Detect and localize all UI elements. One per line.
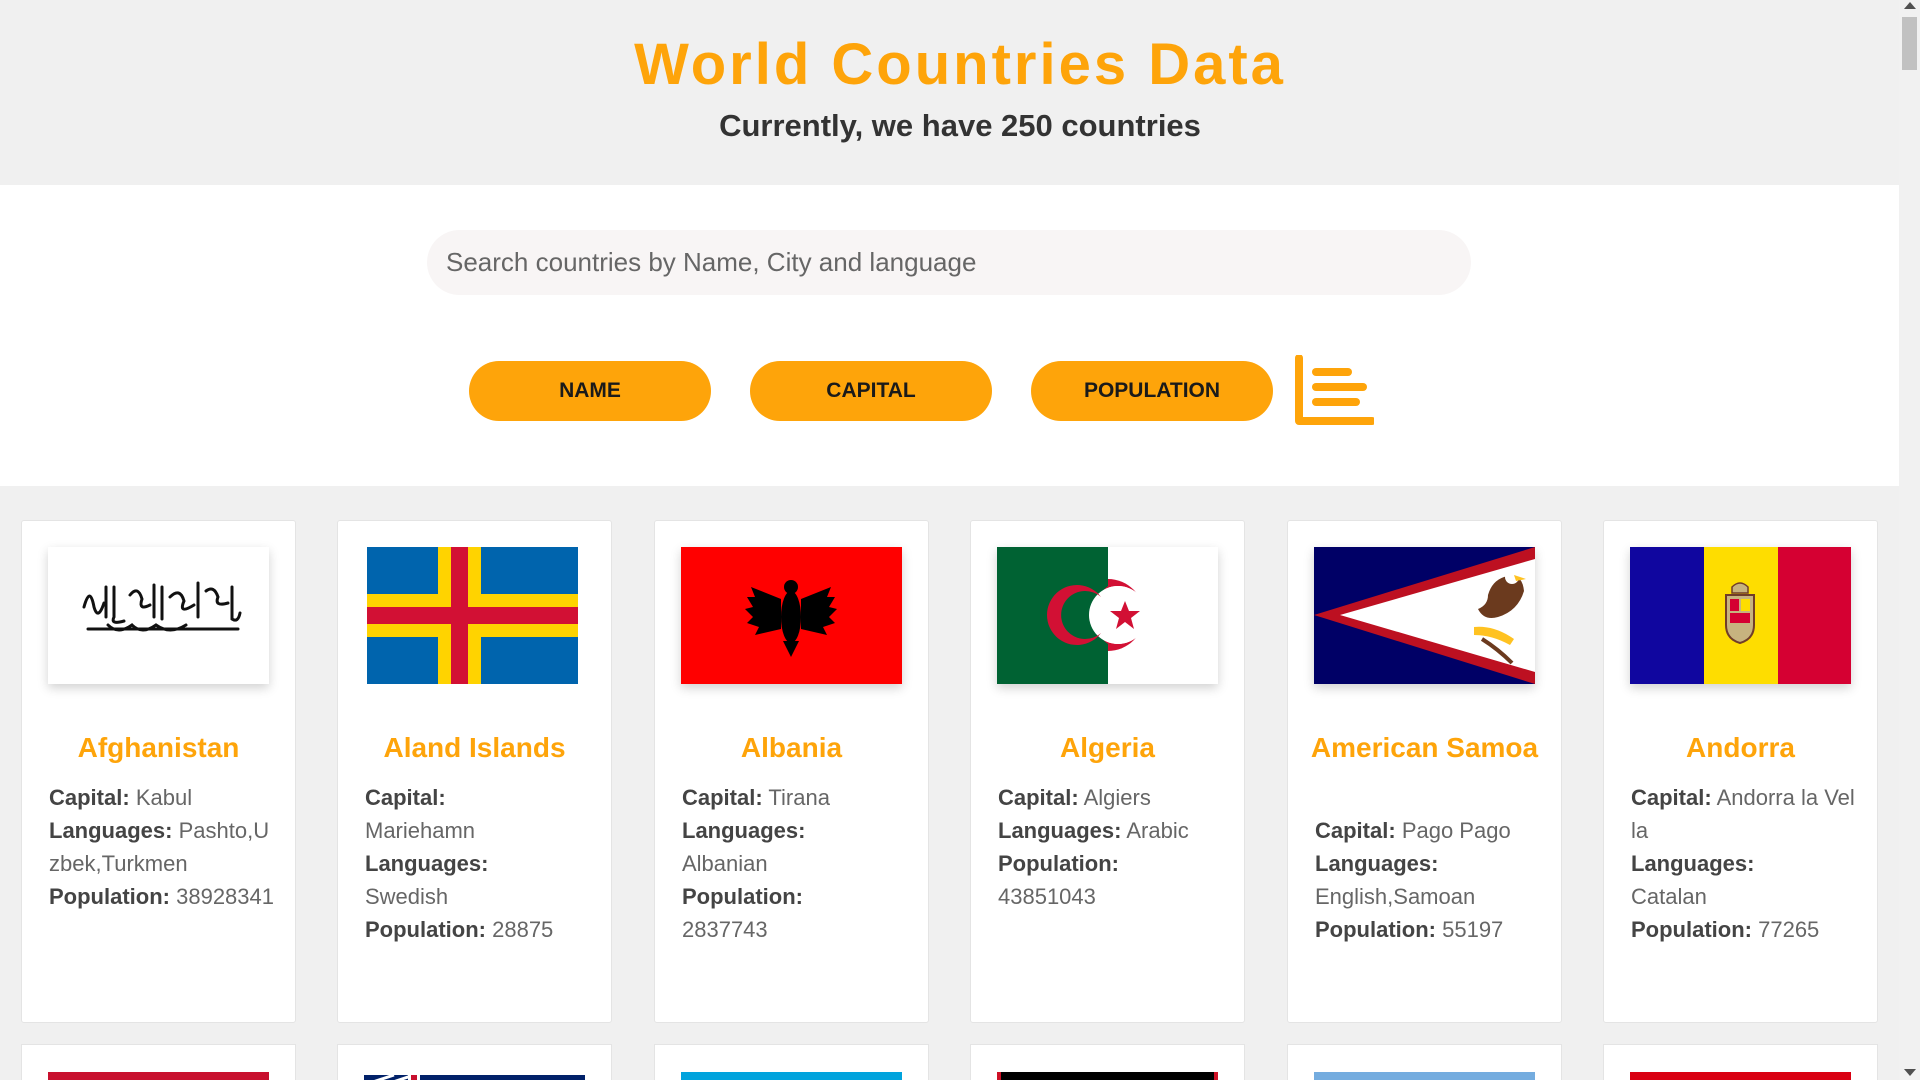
languages-label: Languages: — [998, 818, 1122, 843]
capital-label: Capital: — [1315, 818, 1396, 843]
country-card[interactable] — [1287, 1044, 1562, 1080]
country-details: Capital: Andorra la Vella Languages: Cat… — [1631, 781, 1857, 946]
aland-flag-icon — [364, 547, 585, 684]
scroll-down-icon[interactable] — [1904, 1069, 1916, 1076]
languages-label: Languages: — [365, 851, 489, 876]
country-card[interactable]: Andorra Capital: Andorra la Vella Langua… — [1603, 520, 1878, 1023]
flag-icon — [997, 1072, 1218, 1080]
population-label: Population: — [1631, 917, 1752, 942]
page-header: World Countries Data Currently, we have … — [0, 0, 1920, 185]
sort-by-population-button[interactable]: POPULATION — [1031, 361, 1273, 421]
country-count-subtitle: Currently, we have 250 countries — [719, 108, 1201, 143]
country-details: Capital: Kabul Languages: Pashto,Uzbek,T… — [49, 781, 275, 913]
capital-value: Kabul — [135, 785, 193, 810]
algeria-flag-icon — [997, 547, 1218, 684]
country-details: Capital: Pago Pago Languages: English,Sa… — [1315, 814, 1541, 946]
population-value: 55197 — [1442, 917, 1504, 942]
country-name: Andorra — [1686, 732, 1795, 763]
population-label: Population: — [998, 851, 1119, 876]
country-card[interactable]: Afghanistan Capital: Kabul Languages: Pa… — [21, 520, 296, 1023]
country-card[interactable] — [1603, 1044, 1878, 1080]
controls-panel: NAME CAPITAL POPULATION — [0, 185, 1899, 486]
flag-icon — [1314, 1072, 1535, 1080]
flag-icon — [48, 1072, 269, 1080]
population-label: Population: — [682, 884, 803, 909]
vertical-scrollbar[interactable] — [1899, 0, 1920, 1080]
american-samoa-flag-icon — [1314, 547, 1535, 684]
country-card[interactable] — [21, 1044, 296, 1080]
flag-icon — [681, 1072, 902, 1080]
country-details: Capital: Algiers Languages: Arabic Popul… — [998, 781, 1224, 913]
population-value: 38928341 — [176, 884, 274, 909]
languages-value: English,Samoan — [1315, 884, 1476, 909]
country-details: Capital: Tirana Languages: Albanian Popu… — [682, 781, 908, 946]
languages-value: Catalan — [1631, 884, 1707, 909]
languages-value: Albanian — [682, 851, 768, 876]
languages-value: Arabic — [1126, 818, 1189, 843]
languages-value: Swedish — [365, 884, 449, 909]
country-name: Afghanistan — [77, 732, 240, 763]
population-value: 43851043 — [998, 884, 1096, 909]
population-value: 77265 — [1758, 917, 1820, 942]
capital-label: Capital: — [1631, 785, 1712, 810]
country-card[interactable]: Algeria Capital: Algiers Languages: Arab… — [970, 520, 1245, 1023]
capital-label: Capital: — [682, 785, 763, 810]
languages-label: Languages: — [1315, 851, 1439, 876]
country-card[interactable]: American Samoa Capital: Pago Pago Langua… — [1287, 520, 1562, 1023]
afghanistan-flag-icon — [48, 547, 269, 684]
country-card[interactable]: Albania Capital: Tirana Languages: Alban… — [654, 520, 929, 1023]
page-title: World Countries Data — [634, 32, 1286, 97]
country-card[interactable] — [970, 1044, 1245, 1080]
languages-label: Languages: — [1631, 851, 1755, 876]
capital-value: Tirana — [768, 785, 830, 810]
capital-value: Algiers — [1083, 785, 1151, 810]
languages-label: Languages: — [682, 818, 806, 843]
scrollbar-thumb[interactable] — [1902, 17, 1917, 70]
capital-value: Pago Pago — [1401, 818, 1511, 843]
country-name: Algeria — [1060, 732, 1155, 763]
country-details: Capital: Mariehamn Languages: Swedish Po… — [365, 781, 591, 946]
scroll-up-icon[interactable] — [1904, 2, 1916, 9]
country-name: Albania — [740, 732, 843, 763]
andorra-flag-icon — [1630, 547, 1851, 684]
search-input[interactable] — [427, 230, 1471, 295]
sort-by-capital-button[interactable]: CAPITAL — [750, 361, 992, 421]
population-label: Population: — [49, 884, 170, 909]
capital-value: Mariehamn — [365, 818, 476, 843]
country-card[interactable] — [654, 1044, 929, 1080]
flag-icon — [364, 1072, 585, 1080]
capital-label: Capital: — [998, 785, 1079, 810]
country-name: American Samoa — [1310, 732, 1539, 763]
population-label: Population: — [365, 917, 486, 942]
country-card[interactable] — [337, 1044, 612, 1080]
bar-chart-icon[interactable] — [1294, 354, 1376, 427]
population-value: 28875 — [492, 917, 554, 942]
sort-by-name-button[interactable]: NAME — [469, 361, 711, 421]
languages-label: Languages: — [49, 818, 173, 843]
capital-label: Capital: — [49, 785, 130, 810]
country-name: Aland Islands — [383, 732, 566, 763]
population-value: 2837743 — [682, 917, 768, 942]
capital-label: Capital: — [365, 785, 446, 810]
albania-flag-icon — [681, 547, 902, 684]
population-label: Population: — [1315, 917, 1436, 942]
country-card[interactable]: Aland Islands Capital: Mariehamn Languag… — [337, 520, 612, 1023]
flag-icon — [1630, 1072, 1851, 1080]
